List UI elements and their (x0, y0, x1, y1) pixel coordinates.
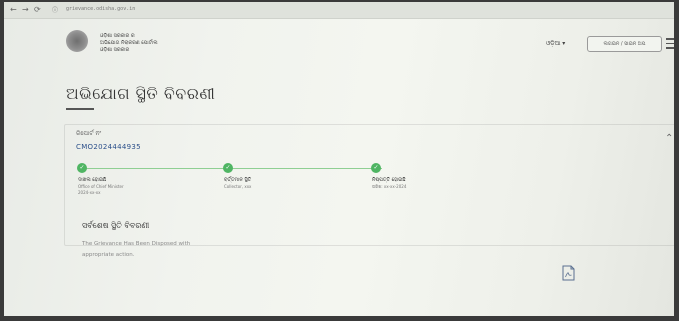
pdf-download-icon[interactable] (562, 265, 575, 281)
address-bar[interactable]: grievance.odisha.gov.in (66, 6, 135, 12)
chevron-up-icon[interactable]: ⌃ (665, 133, 673, 144)
language-select[interactable]: ଓଡ଼ିଆ ▾ (546, 40, 565, 48)
title-underline (66, 108, 94, 110)
step-3-title: ନିଷ୍ପତ୍ତି ହୋଇଛି (372, 177, 406, 183)
hamburger-menu-icon[interactable] (666, 38, 674, 52)
registration-number: CMO2024444935 (76, 143, 141, 151)
reload-icon[interactable]: ⟳ (34, 5, 41, 14)
registration-label: ରିପୋର୍ଟ ନଂ (76, 130, 102, 137)
brand-line-1: ଓଡ଼ିଶା ସରକାର ର (100, 33, 135, 39)
state-emblem-logo[interactable] (66, 30, 88, 52)
arrow-left-icon[interactable]: ← (10, 5, 17, 14)
grievance-status-card (64, 124, 674, 246)
step-1-title: ଦାଖଲ ହୋଇଛି (78, 177, 107, 183)
arrow-right-icon[interactable]: → (22, 5, 29, 14)
step-3-date: ତାରିଖ: xx-xx-2024 (372, 184, 407, 189)
check-icon: ✓ (371, 163, 381, 173)
step-1-date: 2024-xx-xx (78, 190, 101, 195)
app-screen: ← → ⟳ ⓘ grievance.odisha.gov.in ଓଡ଼ିଶା ସ… (4, 2, 674, 316)
step-1-office: Office of Chief Minister (78, 184, 124, 189)
step-2-title: ବର୍ତ୍ତମାନ ସ୍ଥିତି (224, 177, 252, 183)
check-icon: ✓ (223, 163, 233, 173)
details-title: ସର୍ବଶେଷ ସ୍ଥିତି ବିବରଣୀ (82, 221, 150, 230)
site-info-icon[interactable]: ⓘ (52, 6, 58, 15)
step-2-office: Collector, xxx (224, 184, 252, 189)
brand-line-2: ଅଭିଯୋଗ ନିରାକରଣ ପୋର୍ଟାଲ (100, 40, 158, 46)
brand-line-3: ଓଡ଼ିଶା ସରକାର (100, 47, 130, 53)
browser-toolbar: ← → ⟳ ⓘ grievance.odisha.gov.in (4, 2, 674, 19)
page-title: ଅଭିଯୋଗ ସ୍ଥିତି ବିବରଣୀ (66, 84, 216, 103)
login-button[interactable]: ଲଗଇନ / ସାଇନ ଅପ (587, 36, 662, 52)
check-icon: ✓ (77, 163, 87, 173)
details-text: The Grievance Has Been Disposed with app… (82, 241, 191, 258)
